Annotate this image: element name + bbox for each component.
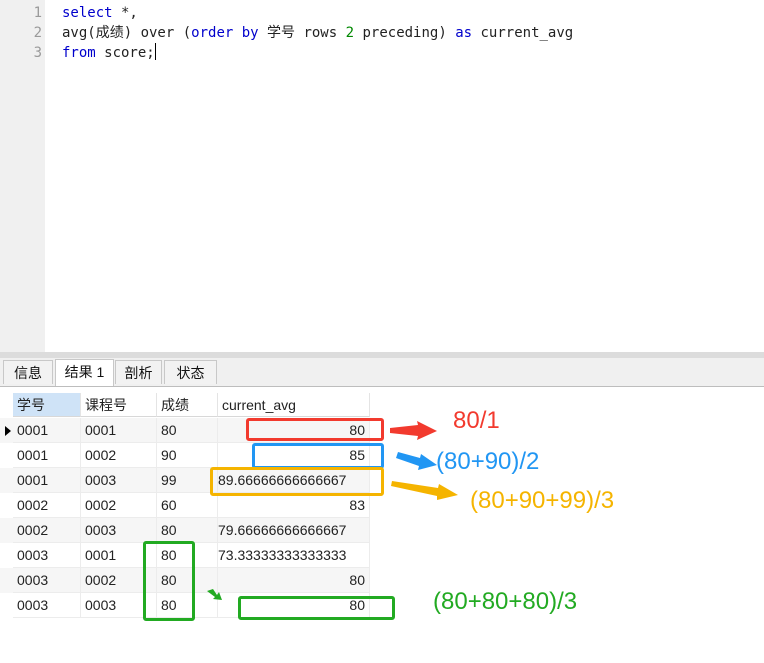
result-tabs: 信息 结果 1 剖析 状态: [0, 358, 764, 387]
code-text: score;: [95, 45, 155, 61]
table-cell[interactable]: 0002: [13, 493, 81, 518]
code-text: 学号 rows: [258, 25, 346, 41]
sql-editor[interactable]: 1 2 3 select *, avg(成绩) over (order by 学…: [0, 0, 764, 352]
table-cell[interactable]: 80: [157, 518, 218, 543]
table-cell[interactable]: 90: [157, 443, 218, 468]
tab-result-1[interactable]: 结果 1: [55, 359, 114, 386]
keyword: as: [455, 25, 473, 41]
table-cell[interactable]: 0002: [81, 443, 157, 468]
code-line-2[interactable]: avg(成绩) over (order by 学号 rows 2 precedi…: [62, 23, 573, 43]
blue-highlight-box: [252, 443, 384, 469]
table-cell[interactable]: 0003: [81, 518, 157, 543]
table-row[interactable]: 0002 0003 80 79.66666666666667: [0, 518, 370, 543]
table-cell[interactable]: 0001: [13, 468, 81, 493]
table-cell[interactable]: 73.33333333333333: [218, 543, 370, 568]
table-cell[interactable]: 0001: [13, 418, 81, 443]
line-number: 3: [33, 45, 42, 61]
table-cell[interactable]: 0003: [13, 543, 81, 568]
table-cell[interactable]: 0001: [81, 418, 157, 443]
code-text: avg(成绩) over (: [62, 25, 192, 41]
column-header[interactable]: current_avg: [218, 393, 370, 417]
line-number: 2: [33, 25, 42, 41]
tab-info[interactable]: 信息: [3, 360, 53, 384]
yellow-highlight-box: [210, 467, 384, 496]
table-cell[interactable]: 0002: [81, 493, 157, 518]
formula-annotation: 80/1: [453, 407, 500, 434]
table-cell[interactable]: 79.66666666666667: [218, 518, 370, 543]
formula-annotation: (80+90+99)/3: [470, 487, 615, 514]
table-cell[interactable]: 0003: [13, 568, 81, 593]
code-line-1[interactable]: select *,: [62, 3, 138, 23]
green-result-box: [238, 596, 395, 620]
current-row-marker-icon: [5, 426, 11, 436]
green-score-box: [143, 541, 195, 621]
column-header[interactable]: 学号: [13, 393, 81, 417]
table-cell[interactable]: 0003: [81, 468, 157, 493]
tab-status[interactable]: 状态: [164, 360, 217, 384]
column-header[interactable]: 课程号: [81, 393, 157, 417]
number-literal: 2: [345, 25, 355, 41]
red-highlight-box: [246, 418, 384, 441]
code-text: preceding): [354, 25, 456, 41]
code-text: *,: [112, 5, 138, 21]
formula-annotation: (80+80+80)/3: [433, 588, 578, 615]
table-cell[interactable]: 60: [157, 493, 218, 518]
table-cell[interactable]: 83: [218, 493, 370, 518]
table-row[interactable]: 0002 0002 60 83: [0, 493, 370, 518]
column-header[interactable]: 成绩: [157, 393, 218, 417]
line-number: 1: [33, 5, 42, 21]
code-text: current_avg: [472, 25, 574, 41]
table-cell[interactable]: 80: [218, 568, 370, 593]
keyword: from: [62, 45, 96, 61]
formula-annotation: (80+90)/2: [436, 448, 540, 475]
line-number-gutter: 1 2 3: [0, 0, 45, 352]
table-cell[interactable]: 80: [157, 418, 218, 443]
table-cell[interactable]: 0003: [13, 593, 81, 618]
table-cell[interactable]: 99: [157, 468, 218, 493]
keyword: order by: [191, 25, 259, 41]
text-caret: [154, 43, 156, 60]
tab-profile[interactable]: 剖析: [115, 360, 162, 384]
keyword: select: [62, 5, 113, 21]
table-cell[interactable]: 0002: [13, 518, 81, 543]
code-line-3[interactable]: from score;: [62, 43, 156, 63]
table-cell[interactable]: 0001: [13, 443, 81, 468]
